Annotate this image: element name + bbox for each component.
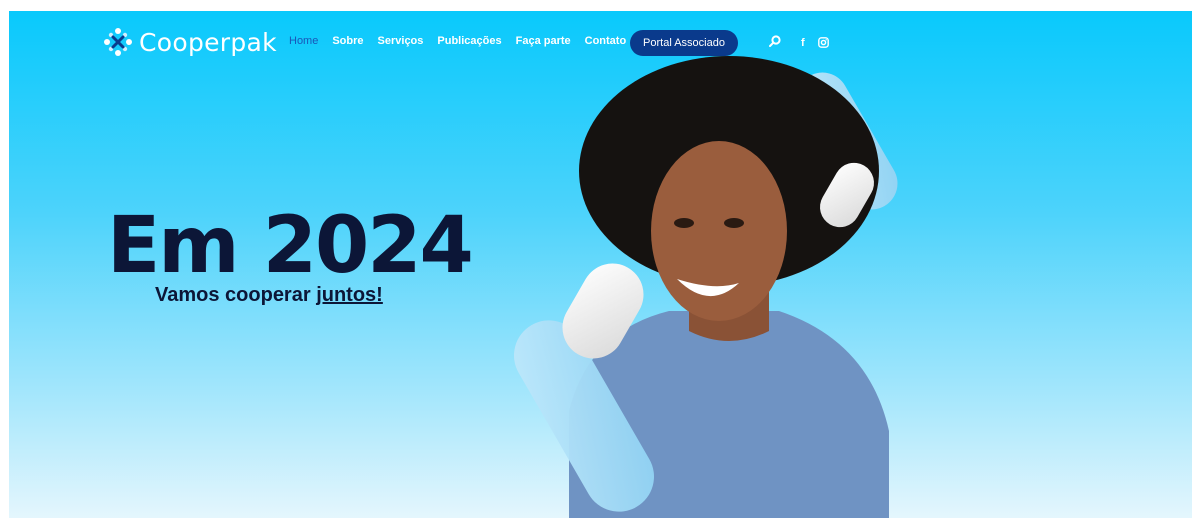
hero-subheadline: Vamos cooperar juntos! bbox=[155, 284, 383, 307]
facebook-icon[interactable]: f bbox=[801, 37, 809, 49]
instagram-icon[interactable] bbox=[818, 37, 829, 48]
portal-associado-button[interactable]: Portal Associado bbox=[630, 30, 738, 56]
hero-sub-prefix: Vamos cooperar bbox=[155, 284, 317, 306]
brand-logo[interactable]: Cooperpak bbox=[103, 25, 277, 59]
logo-mark-icon bbox=[104, 28, 132, 56]
hero-headline: Em 2024 bbox=[107, 201, 474, 291]
nav-servicos[interactable]: Serviços bbox=[378, 35, 424, 47]
nav-faca-parte[interactable]: Faça parte bbox=[516, 35, 571, 47]
nav-publicacoes[interactable]: Publicações bbox=[437, 35, 501, 47]
nav-home[interactable]: Home bbox=[289, 35, 318, 47]
top-navigation: Cooperpak Home Sobre Serviços Publicaçõe… bbox=[9, 11, 1192, 75]
hero-banner: Cooperpak Home Sobre Serviços Publicaçõe… bbox=[9, 11, 1192, 518]
nav-sobre[interactable]: Sobre bbox=[332, 35, 363, 47]
nav-contato[interactable]: Contato bbox=[585, 35, 627, 47]
search-icon[interactable] bbox=[769, 35, 781, 47]
hero-sub-highlight: juntos! bbox=[316, 284, 383, 306]
brand-name: Cooperpak bbox=[139, 27, 277, 57]
main-nav: Home Sobre Serviços Publicações Faça par… bbox=[289, 35, 640, 47]
